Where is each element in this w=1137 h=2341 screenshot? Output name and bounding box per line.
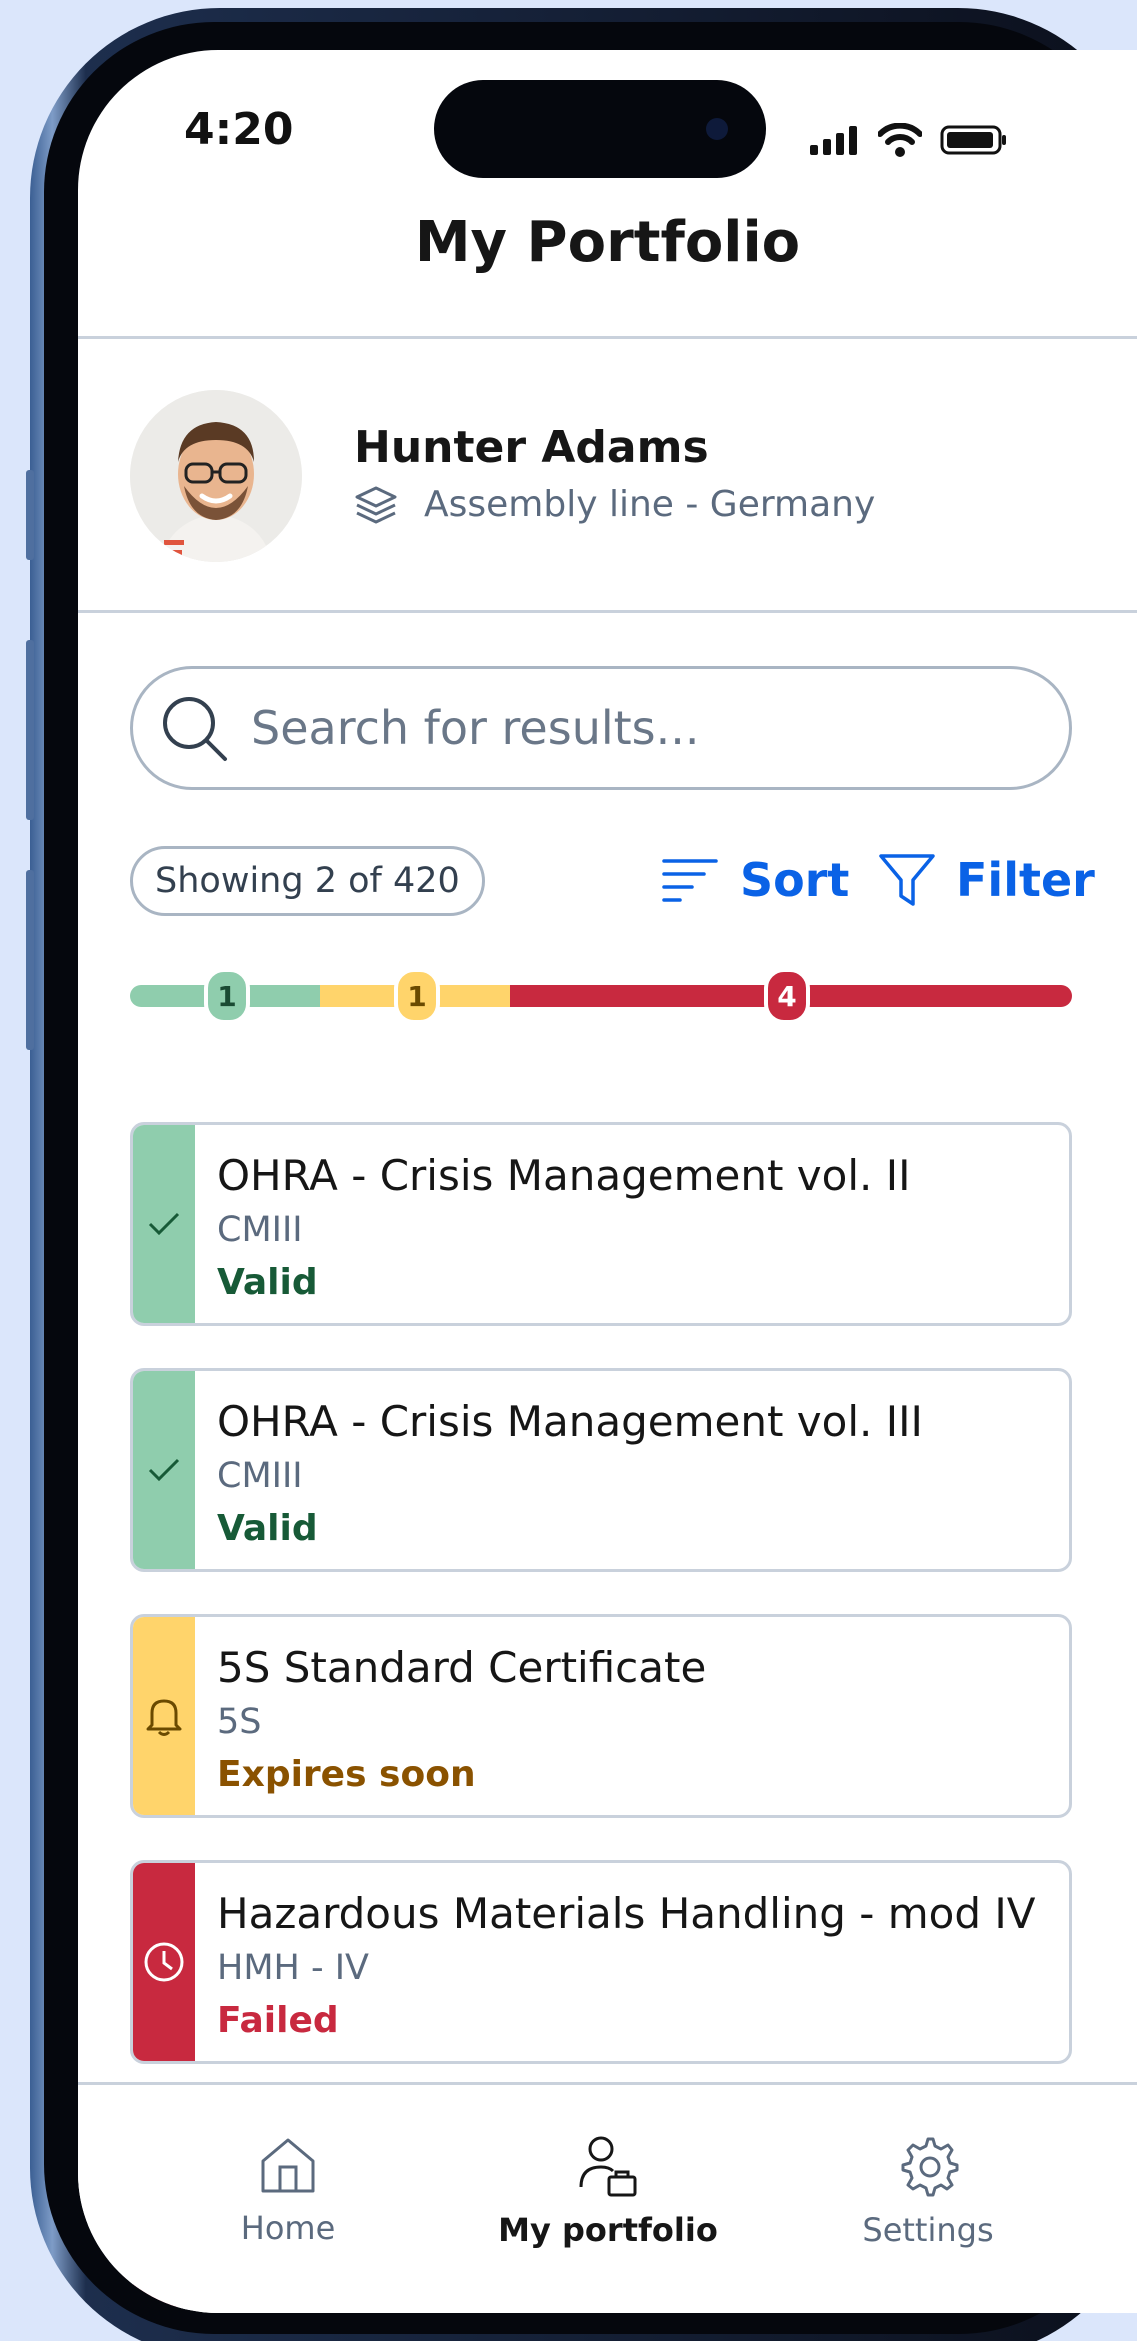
certificate-card[interactable]: OHRA - Crisis Management vol. II CMIII V… <box>130 1122 1072 1326</box>
card-title: OHRA - Crisis Management vol. II <box>217 1151 911 1200</box>
avatar-illustration <box>130 390 302 562</box>
search-input[interactable] <box>251 701 1011 755</box>
card-status-strip <box>133 1617 195 1815</box>
bottom-nav: Home My portfolio Settings <box>78 2082 1137 2313</box>
clock-icon <box>144 1942 184 1982</box>
layers-icon <box>355 486 397 523</box>
dynamic-island <box>434 80 766 178</box>
nav-settings[interactable]: Settings <box>798 2135 1058 2249</box>
user-org-row: Assembly line - Germany <box>354 484 875 525</box>
card-status: Failed <box>217 2000 339 2041</box>
user-name: Hunter Adams <box>354 422 709 473</box>
user-org: Assembly line - Germany <box>424 484 876 525</box>
status-time: 4:20 <box>184 104 294 155</box>
filter-label: Filter <box>956 853 1095 907</box>
sort-label: Sort <box>740 853 850 907</box>
certificate-card[interactable]: 5S Standard Certificate 5S Expires soon <box>130 1614 1072 1818</box>
volume-down-button <box>26 870 34 1050</box>
bell-icon <box>146 1699 182 1736</box>
app-screen: 4:20 My Portfolio Hunter Adams Assembly … <box>78 50 1137 2313</box>
sort-icon <box>662 859 718 902</box>
user-briefcase-icon <box>579 2136 637 2197</box>
nav-settings-label: Settings <box>862 2211 994 2249</box>
status-summary-bar: 1 1 4 <box>130 968 1072 1024</box>
page-title: My Portfolio <box>414 210 801 275</box>
volume-up-button <box>26 640 34 820</box>
search-icon <box>163 697 227 761</box>
check-icon <box>148 1458 180 1482</box>
card-status-strip <box>133 1125 195 1323</box>
nav-home[interactable]: Home <box>158 2135 418 2247</box>
expiring-count-badge: 1 <box>394 968 440 1024</box>
card-status-strip <box>133 1863 195 2061</box>
filter-icon <box>879 854 935 906</box>
sort-button[interactable]: Sort <box>662 842 849 918</box>
avatar[interactable] <box>130 390 302 562</box>
card-code: CMIII <box>217 1456 303 1496</box>
wifi-icon <box>878 123 922 157</box>
card-code: 5S <box>217 1702 262 1742</box>
search-box[interactable] <box>130 666 1072 790</box>
nav-portfolio-label: My portfolio <box>498 2211 718 2249</box>
card-status: Valid <box>217 1262 318 1303</box>
valid-count-badge: 1 <box>204 968 250 1024</box>
mute-switch <box>26 470 34 560</box>
check-icon <box>148 1212 180 1236</box>
failed-count-badge: 4 <box>764 968 810 1024</box>
profile-divider <box>78 610 1137 613</box>
battery-icon <box>940 125 1006 155</box>
status-icons <box>810 120 1008 160</box>
certificate-card[interactable]: Hazardous Materials Handling - mod IV HM… <box>130 1860 1072 2064</box>
card-code: HMH - IV <box>217 1948 369 1988</box>
nav-portfolio[interactable]: My portfolio <box>478 2135 738 2249</box>
gear-icon <box>901 2137 959 2197</box>
signal-icon <box>810 126 857 155</box>
card-title: 5S Standard Certificate <box>217 1643 707 1692</box>
results-count-chip: Showing 2 of 420 <box>130 846 485 916</box>
filter-button[interactable]: Filter <box>878 842 1095 918</box>
card-code: CMIII <box>217 1210 303 1250</box>
camera-icon <box>706 118 728 140</box>
card-status-strip <box>133 1371 195 1569</box>
certificate-card[interactable]: OHRA - Crisis Management vol. III CMIII … <box>130 1368 1072 1572</box>
card-status: Valid <box>217 1508 318 1549</box>
card-title: Hazardous Materials Handling - mod IV <box>217 1889 1036 1938</box>
card-title: OHRA - Crisis Management vol. III <box>217 1397 923 1446</box>
header-divider <box>78 336 1137 339</box>
home-icon <box>261 2138 315 2193</box>
nav-home-label: Home <box>240 2209 336 2247</box>
card-status: Expires soon <box>217 1754 476 1795</box>
